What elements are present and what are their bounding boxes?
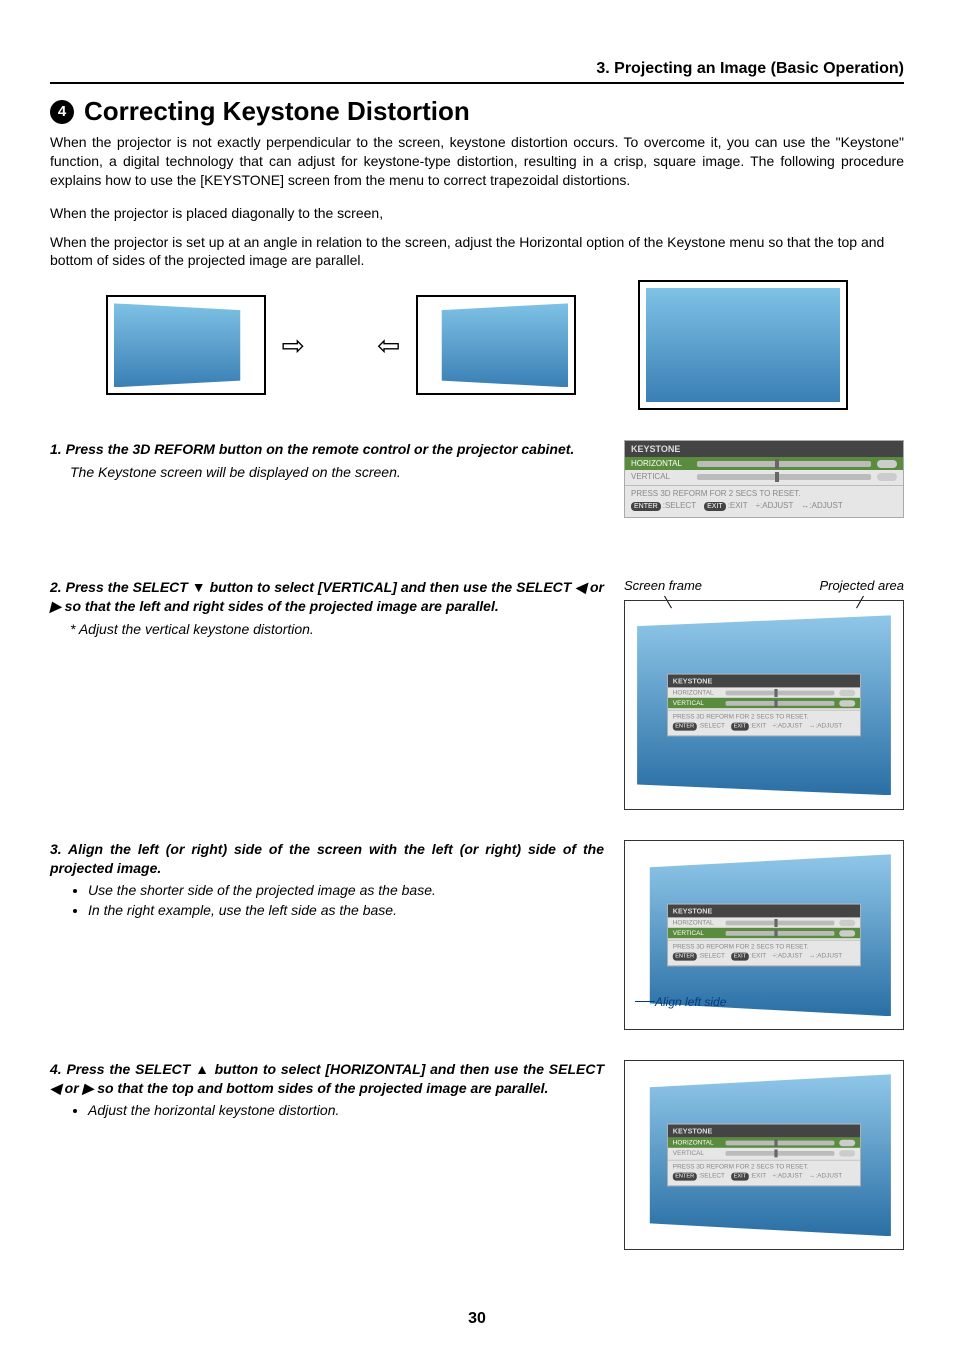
keystone-osd: KEYSTONE HORIZONTAL VERTICAL PRESS 3D RE… xyxy=(624,440,904,518)
step4-title: 4. Press the SELECT ▲ button to select [… xyxy=(50,1060,604,1098)
osd-reset-hint: PRESS 3D REFORM FOR 2 SECS TO RESET. xyxy=(631,488,897,499)
step1-title: 1. Press the 3D REFORM button on the rem… xyxy=(50,440,604,459)
projected-area-label: Projected area xyxy=(819,578,904,593)
keystone-diagram: ⇨ ⇦ xyxy=(50,280,904,410)
step1-sub: The Keystone screen will be displayed on… xyxy=(70,463,604,482)
step2-sub: * Adjust the vertical keystone distortio… xyxy=(70,620,604,639)
arrow-right-icon: ⇨ xyxy=(282,329,305,362)
osd-row-vertical: VERTICAL xyxy=(625,470,903,483)
intro-paragraph: When the projector is not exactly perpen… xyxy=(50,133,904,190)
exit-button-icon: EXIT xyxy=(704,502,726,512)
section-number-badge: 4 xyxy=(50,100,74,124)
enter-button-icon: ENTER xyxy=(631,502,661,512)
section-title: Correcting Keystone Distortion xyxy=(84,96,470,127)
step4-bullet1: Adjust the horizontal keystone distortio… xyxy=(88,1102,604,1118)
page-number: 30 xyxy=(0,1310,954,1328)
diagonal-intro-1: When the projector is placed diagonally … xyxy=(50,204,904,223)
align-left-label: Align left side xyxy=(655,995,726,1009)
screen-frame-label: Screen frame xyxy=(624,578,702,593)
trapezoid-left xyxy=(106,295,266,395)
step3-diagram: KEYSTONE HORIZONTAL VERTICAL PRESS 3D RE… xyxy=(624,840,904,1030)
step2-diagram: KEYSTONE HORIZONTAL VERTICAL PRESS 3D RE… xyxy=(624,600,904,810)
chapter-header: 3. Projecting an Image (Basic Operation) xyxy=(50,60,904,84)
corrected-rectangle xyxy=(638,280,848,410)
step2-title: 2. Press the SELECT ▼ button to select [… xyxy=(50,578,604,616)
step4-diagram: KEYSTONE HORIZONTAL VERTICAL PRESS 3D RE… xyxy=(624,1060,904,1250)
step3-title: 3. Align the left (or right) side of the… xyxy=(50,840,604,878)
trapezoid-right xyxy=(416,295,576,395)
step3-bullet1: Use the shorter side of the projected im… xyxy=(88,882,604,898)
diagonal-intro-2: When the projector is set up at an angle… xyxy=(50,233,904,271)
step3-bullet2: In the right example, use the left side … xyxy=(88,902,604,918)
osd-title: KEYSTONE xyxy=(625,441,903,457)
osd-row-horizontal: HORIZONTAL xyxy=(625,457,903,470)
arrow-left-icon: ⇦ xyxy=(377,329,400,362)
